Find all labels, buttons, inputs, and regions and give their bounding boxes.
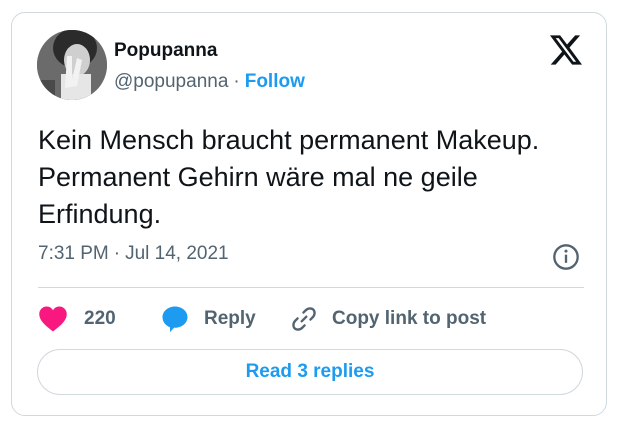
like-count: 220 bbox=[84, 308, 116, 329]
like-button[interactable]: 220 bbox=[38, 303, 116, 335]
reply-bubble-icon bbox=[162, 306, 188, 333]
author-handle[interactable]: @popupanna bbox=[114, 71, 228, 92]
avatar[interactable] bbox=[37, 30, 107, 100]
follow-button[interactable]: Follow bbox=[245, 71, 305, 92]
separator-dot: · bbox=[233, 71, 240, 92]
divider bbox=[38, 287, 584, 288]
reply-label: Reply bbox=[204, 308, 256, 329]
copy-link-label: Copy link to post bbox=[332, 308, 487, 329]
tweet-time: 7:31 PM bbox=[38, 243, 109, 264]
tweet-text: Kein Mensch braucht permanent Makeup. Pe… bbox=[38, 125, 540, 229]
info-icon[interactable] bbox=[552, 243, 580, 271]
avatar-photo-icon bbox=[37, 30, 107, 100]
separator-dot: · bbox=[113, 243, 121, 264]
reply-button[interactable]: Reply bbox=[160, 303, 256, 335]
link-icon bbox=[292, 307, 316, 331]
author-display-name[interactable]: Popupanna bbox=[114, 40, 217, 62]
read-replies-button[interactable]: Read 3 replies bbox=[37, 349, 583, 395]
heart-icon bbox=[39, 306, 67, 332]
copy-link-button[interactable]: Copy link to post bbox=[290, 303, 486, 335]
x-logo-icon[interactable] bbox=[550, 35, 582, 65]
author-handle-row: @popupanna · Follow bbox=[114, 71, 305, 93]
tweet-card: Popupanna @popupanna · Follow Kein Mensch … bbox=[11, 12, 607, 416]
tweet-date: Jul 14, 2021 bbox=[125, 243, 229, 264]
tweet-timestamp[interactable]: 7:31 PM · Jul 14, 2021 bbox=[38, 243, 229, 265]
